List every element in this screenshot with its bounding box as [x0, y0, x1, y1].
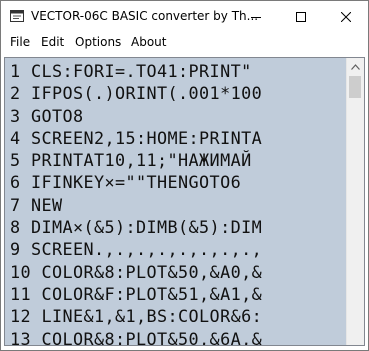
- menu-about[interactable]: About: [131, 34, 166, 50]
- scroll-up-button[interactable]: [347, 58, 364, 75]
- code-line: 13 COLOR&8:PLOT&50,&6A,&: [10, 328, 263, 345]
- minimize-icon: [250, 16, 261, 18]
- code-line: 8 DIMA×(&5):DIMB(&5):DIM: [10, 217, 263, 238]
- code-text-area[interactable]: 1 CLS:FORI=.TO41:PRINT" 2 IFPOS(.)ORINT(…: [10, 60, 345, 345]
- vertical-scrollbar[interactable]: [346, 58, 364, 345]
- code-editor[interactable]: 1 CLS:FORI=.TO41:PRINT" 2 IFPOS(.)ORINT(…: [4, 57, 365, 346]
- code-line: 12 LINE&1,&1,BS:COLOR&6:: [10, 306, 263, 327]
- app-window: VECTOR-06C BASIC converter by Th... File…: [0, 0, 369, 351]
- close-icon: [340, 11, 351, 22]
- maximize-icon: [295, 11, 306, 22]
- window-title: VECTOR-06C BASIC converter by Th...: [31, 9, 259, 23]
- code-line: 4 SCREEN2,15:HOME:PRINTA: [10, 127, 263, 148]
- code-line: 2 IFPOS(.)ORINT(.001*100: [10, 83, 263, 104]
- maximize-button[interactable]: [278, 1, 323, 32]
- app-window-icon: [10, 10, 24, 22]
- menu-file[interactable]: File: [10, 34, 30, 50]
- title-bar[interactable]: VECTOR-06C BASIC converter by Th...: [1, 1, 368, 32]
- minimize-button[interactable]: [233, 1, 278, 32]
- code-line: 10 COLOR&8:PLOT&50,&A0,&: [10, 261, 263, 282]
- scrollbar-thumb[interactable]: [349, 76, 361, 98]
- code-line: 7 NEW: [10, 194, 63, 215]
- close-button[interactable]: [323, 1, 368, 32]
- code-line: 9 SCREEN.,.,.,.,.,.,.,.,: [10, 239, 263, 260]
- menu-edit[interactable]: Edit: [41, 34, 64, 50]
- menu-bar: File Edit Options About: [1, 32, 368, 52]
- menu-options[interactable]: Options: [75, 34, 121, 50]
- code-line: 1 CLS:FORI=.TO41:PRINT": [10, 61, 252, 81]
- code-line: 6 IFINKEY×=""THENGOTO6: [10, 172, 242, 193]
- code-line: 3 GOTO8: [10, 105, 84, 126]
- code-line: 11 COLOR&F:PLOT&51,&A1,&: [10, 283, 263, 304]
- scroll-up-arrow-icon: [351, 63, 360, 70]
- code-line: 5 PRINTAT10,11;"НАЖИМАЙ: [10, 150, 252, 171]
